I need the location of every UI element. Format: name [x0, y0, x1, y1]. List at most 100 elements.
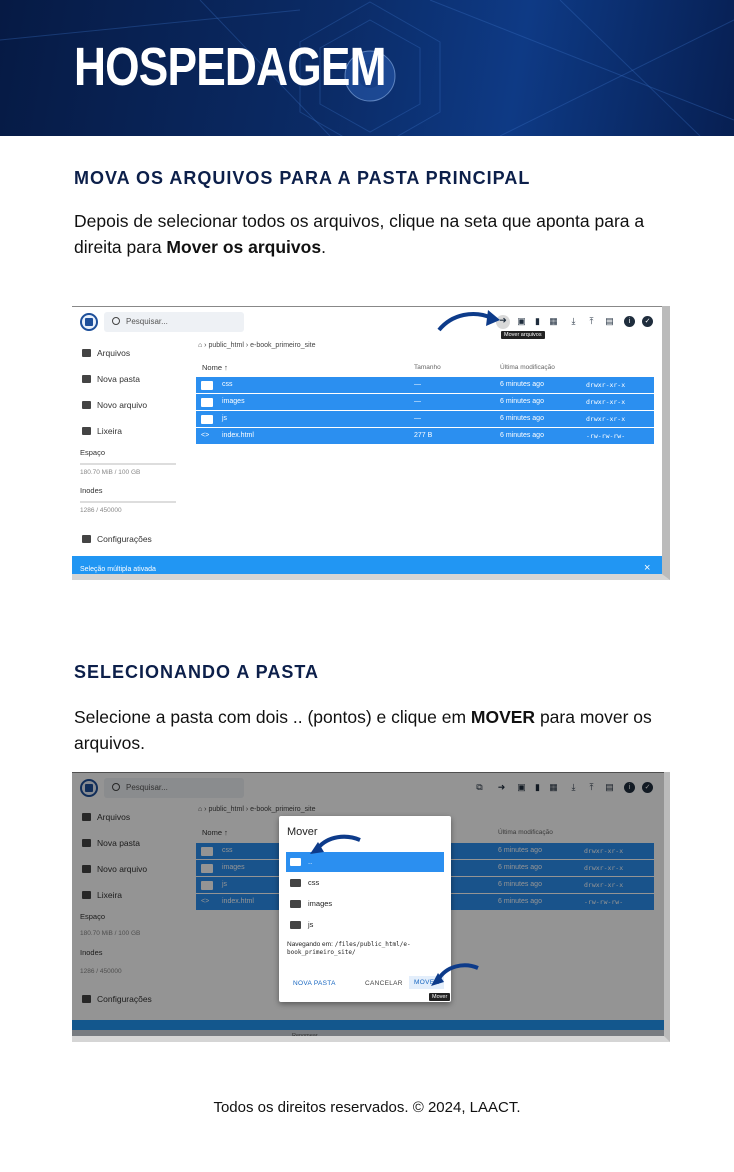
- rename-label[interactable]: Renomear: [292, 574, 318, 580]
- folder-icon: [82, 349, 91, 357]
- tooltip-move: Mover: [429, 993, 451, 1001]
- text-bold: Mover os arquivos: [166, 237, 322, 257]
- folder-icon: [290, 921, 301, 929]
- dialog-folder-item[interactable]: images: [286, 894, 444, 914]
- logo-icon: [80, 313, 98, 331]
- folder-label: images: [308, 899, 333, 908]
- row-name: images: [222, 398, 245, 405]
- selection-bar: Seleção múltipla ativada ×: [72, 556, 662, 574]
- delete-icon[interactable]: ▮: [532, 316, 543, 327]
- sidebar-item-new-file[interactable]: Novo arquivo: [82, 398, 147, 412]
- navigating-label: Navegando em:: [287, 941, 333, 948]
- text-bold: MOVER: [470, 707, 536, 727]
- sidebar-item-settings[interactable]: Configurações: [82, 532, 152, 546]
- new-folder-icon: [82, 375, 91, 383]
- row-size: —: [414, 381, 421, 388]
- table-row[interactable]: images — 6 minutes ago drwxr-xr-x: [196, 394, 654, 410]
- shell-icon[interactable]: ▤: [604, 316, 615, 327]
- breadcrumb-item[interactable]: public_html: [208, 342, 243, 349]
- search-placeholder: Pesquisar...: [126, 317, 168, 326]
- inodes-value: 1286 / 450000: [80, 507, 122, 514]
- dialog-folder-item[interactable]: js: [286, 915, 444, 935]
- settings-icon: [82, 535, 91, 543]
- close-icon[interactable]: ×: [644, 562, 650, 574]
- folder-label: css: [308, 878, 320, 887]
- sidebar-item-files[interactable]: Arquivos: [82, 346, 130, 360]
- check-icon[interactable]: ✓: [642, 316, 653, 327]
- column-modified[interactable]: Última modificação: [500, 364, 555, 371]
- row-name: css: [222, 381, 233, 388]
- cancel-button[interactable]: CANCELAR: [365, 980, 403, 987]
- download-icon[interactable]: ⤓: [568, 316, 579, 327]
- header-banner: HOSPEDAGEM: [0, 0, 734, 136]
- inodes-progress-bar: [80, 501, 176, 503]
- section-text-move: Depois de selecionar todos os arquivos, …: [74, 208, 664, 260]
- new-folder-button[interactable]: NOVA PASTA: [293, 980, 336, 987]
- folder-icon: [201, 381, 213, 390]
- move-dialog: Mover .. css images js Navegando em: /fi…: [279, 816, 451, 1002]
- column-name-label: Nome: [202, 363, 223, 372]
- space-value: 180.70 MiB / 100 GB: [80, 469, 141, 476]
- navigating-path: Navegando em: /files/public_html/e-book_…: [287, 941, 447, 957]
- space-label: Espaço: [80, 448, 106, 457]
- search-icon: [112, 317, 120, 325]
- trash-icon: [82, 427, 91, 435]
- text-part: Selecione a pasta com dois .. (pontos) e…: [74, 707, 471, 727]
- row-size: —: [414, 415, 421, 422]
- folder-icon: [290, 900, 301, 908]
- grid-view-icon[interactable]: ▦: [548, 316, 559, 327]
- sidebar-item-label: Nova pasta: [97, 374, 140, 384]
- section-heading-select: SELECIONANDO A PASTA: [74, 662, 320, 682]
- text-part: .: [321, 237, 326, 257]
- row-perms: drwxr-xr-x: [586, 381, 626, 389]
- tooltip-move-files: Mover arquivos: [501, 331, 545, 339]
- breadcrumb: ⌂ › public_html › e-book_primeiro_site: [198, 342, 316, 349]
- upload-icon[interactable]: ⤒: [586, 316, 597, 327]
- code-icon: <>: [201, 432, 210, 439]
- row-modified: 6 minutes ago: [500, 381, 544, 388]
- folder-icon: [201, 415, 213, 424]
- info-icon[interactable]: i: [624, 316, 635, 327]
- folder-label: ..: [308, 857, 313, 866]
- sidebar-item-label: Arquivos: [97, 348, 131, 358]
- new-file-icon: [82, 401, 91, 409]
- row-perms: -rw-rw-rw-: [586, 432, 626, 440]
- row-size: 277 B: [414, 432, 433, 439]
- sidebar-item-label: Configurações: [97, 534, 152, 544]
- section-text-select: Selecione a pasta com dois .. (pontos) e…: [74, 704, 664, 756]
- column-name[interactable]: Nome ↑: [202, 363, 228, 372]
- breadcrumb-item[interactable]: e-book_primeiro_site: [250, 342, 315, 349]
- row-size: —: [414, 398, 421, 405]
- copy-icon[interactable]: ▣: [516, 316, 527, 327]
- folder-icon: [290, 858, 301, 866]
- arrow-pointer-icon: [437, 310, 500, 332]
- row-modified: 6 minutes ago: [500, 398, 544, 405]
- dialog-folder-item[interactable]: css: [286, 873, 444, 893]
- row-name: js: [222, 415, 228, 422]
- search-input[interactable]: Pesquisar...: [104, 312, 244, 332]
- screenshot-move-dialog: Pesquisar... ⧉ ➜ ▣ ▮ ▦ ⤓ ⤒ ▤ i ✓ Arquivo…: [72, 772, 670, 1042]
- row-perms: drwxr-xr-x: [586, 415, 626, 423]
- text-part: Depois de selecionar todos os arquivos, …: [74, 211, 645, 257]
- section-heading-move: MOVA OS ARQUIVOS PARA A PASTA PRINCIPAL: [74, 168, 531, 188]
- table-row[interactable]: <> index.html 277 B 6 minutes ago -rw-rw-rw-: [196, 428, 654, 444]
- sidebar-item-new-folder[interactable]: Nova pasta: [82, 372, 140, 386]
- sidebar-item-label: Novo arquivo: [97, 400, 148, 410]
- home-icon[interactable]: ⌂: [198, 342, 202, 349]
- arrow-pointer-icon: [431, 963, 479, 986]
- column-size[interactable]: Tamanho: [414, 364, 441, 371]
- folder-label: js: [308, 920, 314, 929]
- inodes-label: Inodes: [80, 486, 103, 495]
- table-row[interactable]: js — 6 minutes ago drwxr-xr-x: [196, 411, 654, 427]
- page-title: HOSPEDAGEM: [74, 37, 386, 97]
- row-name: index.html: [222, 432, 254, 439]
- row-modified: 6 minutes ago: [500, 415, 544, 422]
- sidebar-item-label: Lixeira: [97, 426, 123, 436]
- space-progress-bar: [80, 463, 176, 465]
- table-row[interactable]: css — 6 minutes ago drwxr-xr-x: [196, 377, 654, 393]
- sidebar-item-trash[interactable]: Lixeira: [82, 424, 122, 438]
- folder-icon: [290, 879, 301, 887]
- multi-select-label: Seleção múltipla ativada: [80, 566, 156, 573]
- row-perms: drwxr-xr-x: [586, 398, 626, 406]
- screenshot-file-manager: Pesquisar... ➜ ▣ ▮ ▦ ⤓ ⤒ ▤ i ✓ Mover arq…: [72, 306, 670, 580]
